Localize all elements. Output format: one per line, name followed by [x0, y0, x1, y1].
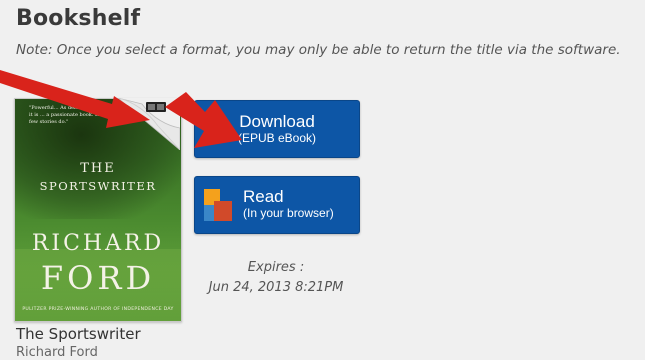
- cover-author-first: RICHARD: [31, 231, 165, 256]
- cover-title-line2: SPORTSWRITER: [39, 179, 157, 193]
- book-title[interactable]: The Sportswriter: [16, 325, 141, 343]
- cover-tagline: PULITZER PRIZE-WINNING AUTHOR OF INDEPEN…: [22, 307, 174, 312]
- page-title: Bookshelf: [16, 6, 141, 31]
- cover-title-line1: THE: [80, 161, 116, 176]
- page-curl-icon: [118, 98, 180, 150]
- read-button-sublabel: (In your browser): [243, 206, 334, 220]
- cover-author-last: FORD: [40, 259, 156, 297]
- expires-date: Jun 24, 2013 8:21PM: [208, 280, 344, 295]
- format-note: Note: Once you select a format, you may …: [16, 42, 621, 58]
- read-button-label: Read: [243, 187, 284, 206]
- download-button-label: Download: [239, 112, 315, 131]
- cover-blurb: "Powerful... As deft and persuasive as i…: [29, 105, 127, 125]
- book-author[interactable]: Richard Ford: [16, 345, 98, 360]
- expires-label: Expires :: [247, 260, 305, 275]
- read-button[interactable]: Read (In your browser): [194, 176, 360, 234]
- download-format-label: (EPUB eBook): [237, 131, 317, 145]
- download-button[interactable]: Download (EPUB eBook): [194, 100, 360, 158]
- read-in-browser-icon: [204, 189, 232, 221]
